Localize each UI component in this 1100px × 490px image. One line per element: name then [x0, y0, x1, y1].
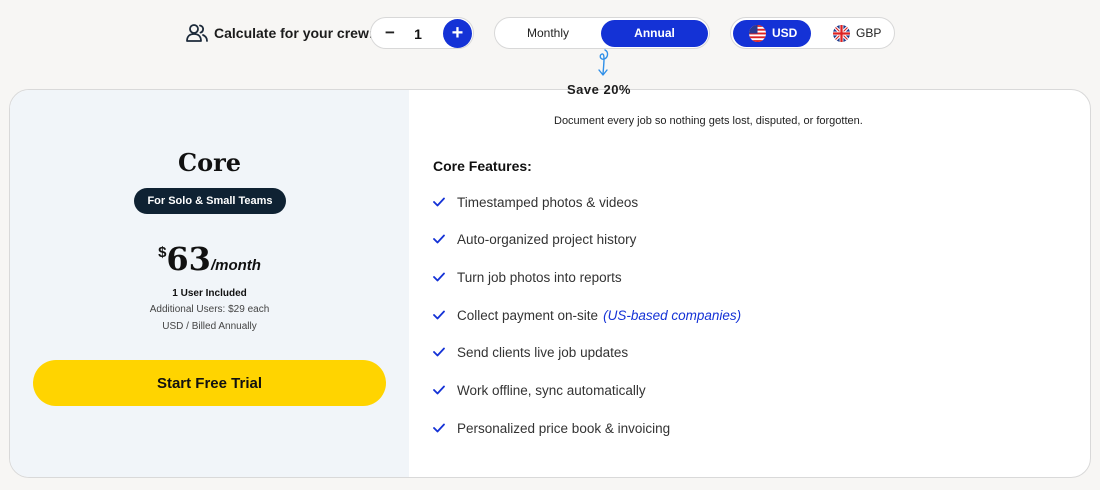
- crew-quantity-input[interactable]: [405, 23, 431, 45]
- feature-item: Send clients live job updates: [433, 342, 628, 362]
- pricing-card: Core For Solo & Small Teams $63/month 1 …: [9, 89, 1091, 478]
- billing-option-annual[interactable]: Annual: [601, 20, 708, 47]
- users-icon: [186, 24, 208, 42]
- price-amount: 63: [166, 240, 211, 278]
- price-period: /month: [210, 257, 261, 274]
- feature-text: Timestamped photos & videos: [457, 194, 639, 210]
- us-flag-icon: [749, 25, 766, 42]
- feature-item: Personalized price book & invoicing: [433, 418, 670, 438]
- billing-period-toggle: Monthly Annual: [494, 17, 710, 49]
- additional-users-price: Additional Users: $29 each: [149, 304, 270, 315]
- uk-flag-icon: [833, 25, 850, 42]
- crew-label: Calculate for your crew:: [186, 21, 374, 45]
- plan-badge: For Solo & Small Teams: [134, 188, 286, 214]
- curly-arrow-icon: [598, 49, 609, 76]
- currency-gbp-label: GBP: [856, 26, 882, 40]
- feature-item: Auto-organized project history: [433, 229, 636, 249]
- plan-price: $63/month: [10, 240, 409, 278]
- billing-note: USD / Billed Annually: [162, 321, 257, 332]
- currency-usd-label: USD: [772, 26, 798, 40]
- billing-option-monthly[interactable]: Monthly: [497, 20, 599, 47]
- feature-item: Turn job photos into reports: [433, 267, 622, 287]
- check-icon: [433, 385, 445, 395]
- crew-quantity-stepper: − +: [370, 17, 474, 49]
- feature-text: Personalized price book & invoicing: [457, 420, 671, 436]
- check-icon: [433, 234, 445, 244]
- feature-text: Turn job photos into reports: [457, 269, 622, 285]
- feature-text: Work offline, sync automatically: [457, 382, 646, 398]
- plan-description: Document every job so nothing gets lost,…: [554, 115, 863, 127]
- decrement-button[interactable]: −: [379, 22, 401, 44]
- feature-item: Timestamped photos & videos: [433, 192, 638, 212]
- crew-controls: Calculate for your crew: − + Monthly Ann…: [0, 17, 1100, 49]
- currency-toggle: USD GBP: [730, 17, 895, 49]
- save-label: Save 20%: [567, 82, 631, 97]
- start-free-trial-button[interactable]: Start Free Trial: [33, 360, 386, 406]
- feature-text: Auto-organized project history: [457, 231, 637, 247]
- check-icon: [433, 197, 445, 207]
- increment-button[interactable]: +: [443, 19, 472, 48]
- check-icon: [433, 272, 445, 282]
- price-currency-symbol: $: [158, 244, 167, 261]
- feature-text: Send clients live job updates: [457, 344, 629, 360]
- feature-text: Collect payment on-site: [457, 307, 599, 323]
- feature-note: (US-based companies): [603, 307, 742, 323]
- check-icon: [433, 347, 445, 357]
- plan-name: Core: [177, 148, 242, 177]
- currency-option-gbp[interactable]: GBP: [817, 20, 893, 47]
- users-included: 1 User Included: [172, 288, 247, 299]
- check-icon: [433, 423, 445, 433]
- check-icon: [433, 310, 445, 320]
- feature-item: Work offline, sync automatically: [433, 380, 646, 400]
- feature-item: Collect payment on-site (US-based compan…: [433, 305, 741, 325]
- features-title: Core Features:: [433, 158, 532, 174]
- plan-summary-panel: Core For Solo & Small Teams $63/month 1 …: [10, 90, 409, 477]
- crew-label-text: Calculate for your crew:: [214, 25, 374, 41]
- currency-option-usd[interactable]: USD: [733, 20, 811, 47]
